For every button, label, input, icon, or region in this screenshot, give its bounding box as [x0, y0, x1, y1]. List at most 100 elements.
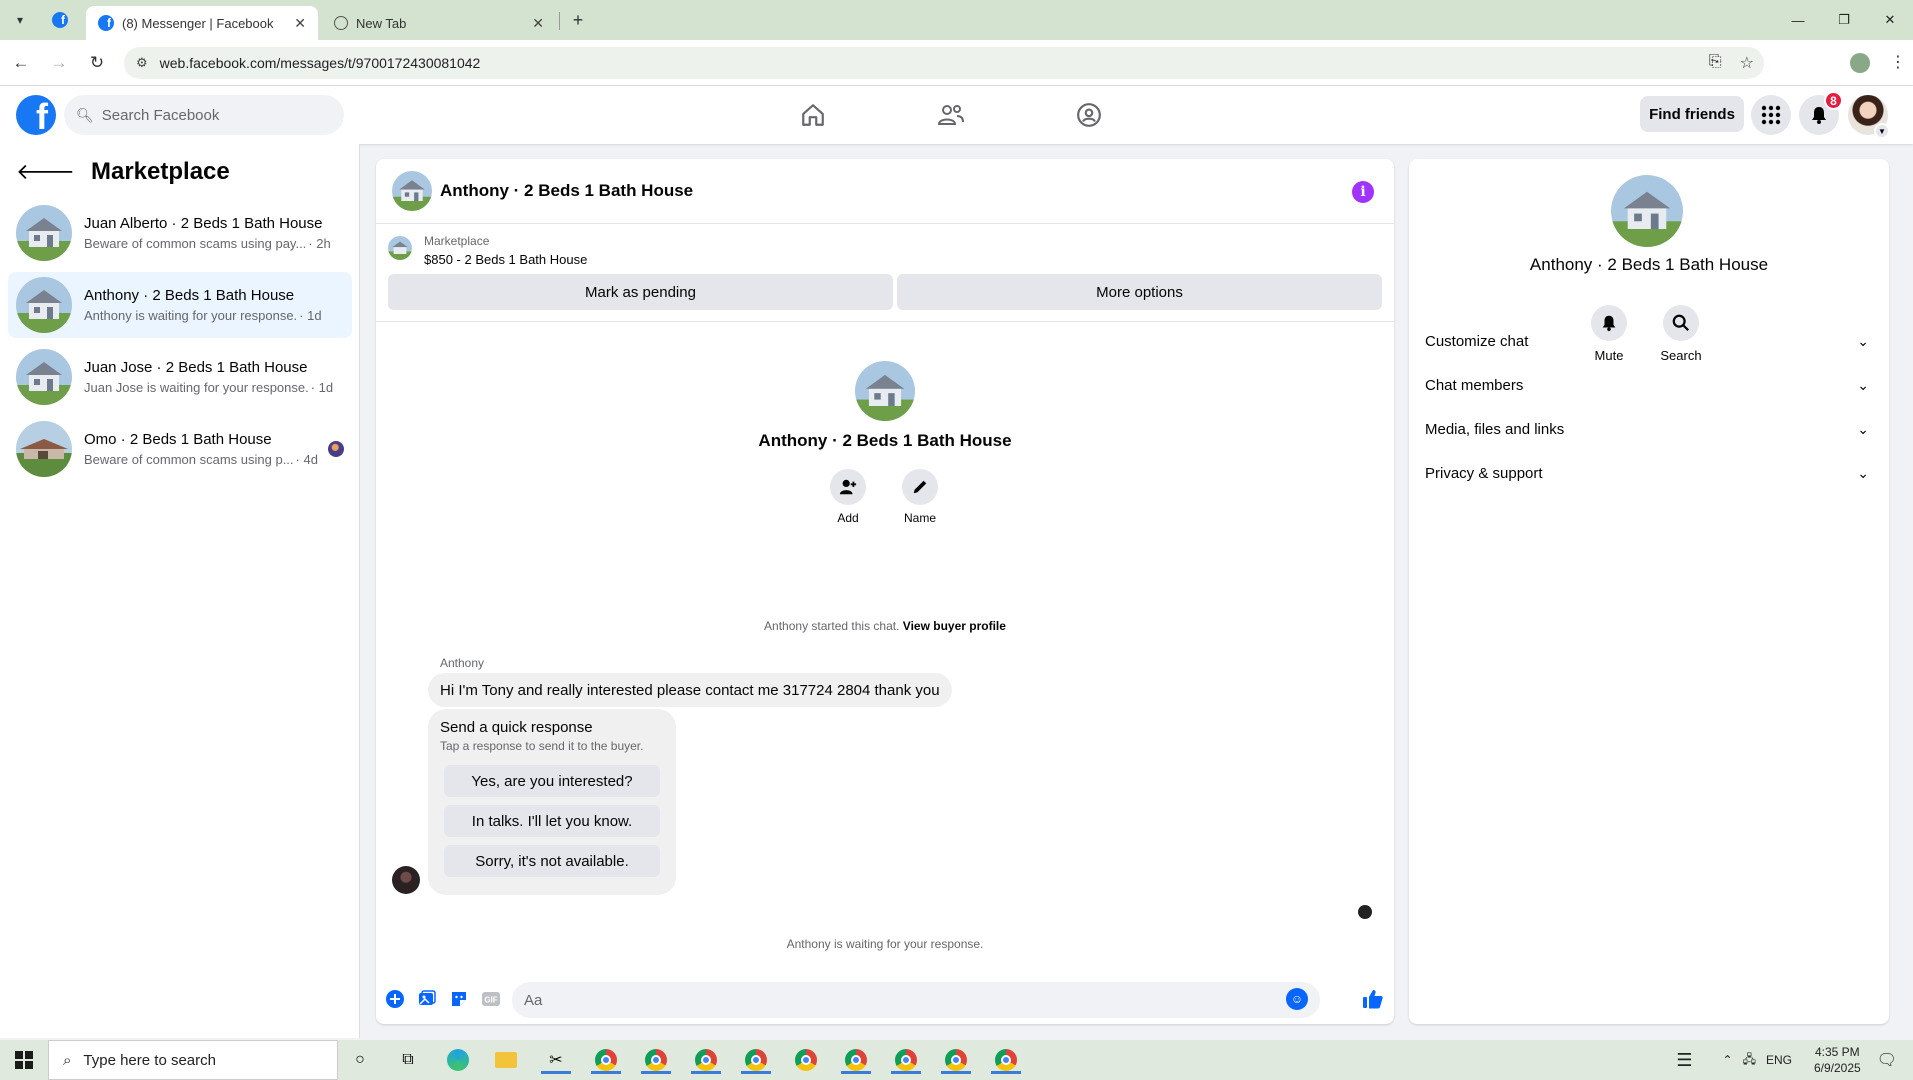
- sidebar-header: 🡐 Marketplace: [16, 158, 230, 186]
- chrome-icon[interactable]: [891, 1046, 921, 1074]
- chat-members-section[interactable]: Chat members ⌄: [1425, 363, 1873, 407]
- new-tab-globe-icon: [334, 16, 348, 30]
- weather-icon[interactable]: ☰: [1676, 1050, 1692, 1071]
- tab-close-icon[interactable]: ✕: [532, 15, 544, 32]
- pinned-tab-facebook[interactable]: f: [44, 8, 76, 32]
- gif-icon[interactable]: GIF: [480, 988, 502, 1010]
- add-people-button[interactable]: Add: [818, 469, 878, 525]
- nav-home[interactable]: [757, 86, 869, 144]
- new-tab-plus-icon[interactable]: +: [566, 8, 590, 32]
- install-app-icon[interactable]: ⎘: [1709, 53, 1722, 73]
- back-arrow-icon[interactable]: 🡐: [16, 159, 75, 185]
- quick-response-button[interactable]: Yes, are you interested?: [444, 765, 660, 797]
- chrome-icon[interactable]: [641, 1046, 671, 1074]
- tab-messenger[interactable]: f (8) Messenger | Facebook ✕: [86, 6, 318, 40]
- listing-price[interactable]: $850 - 2 Beds 1 Bath House: [424, 252, 587, 267]
- chrome-icon[interactable]: [941, 1046, 971, 1074]
- sender-avatar[interactable]: [392, 866, 420, 894]
- sticker-icon[interactable]: [448, 988, 470, 1010]
- info-icon[interactable]: i: [1352, 181, 1374, 203]
- file-explorer-icon[interactable]: [492, 1046, 520, 1074]
- nav-groups[interactable]: [1033, 86, 1145, 144]
- conversation-name: Anthony · 2 Beds 1 Bath House: [84, 287, 295, 304]
- plus-circle-icon[interactable]: [384, 988, 406, 1010]
- section-label: Privacy & support: [1425, 464, 1543, 482]
- show-hidden-icons-chevron-up-icon[interactable]: ⌃: [1723, 1053, 1733, 1067]
- browser-profile-icon[interactable]: [1850, 53, 1870, 73]
- cortana-circle-icon[interactable]: ○: [346, 1046, 374, 1074]
- mark-as-pending-button[interactable]: Mark as pending: [388, 274, 893, 310]
- search-icon: ⌕: [63, 1051, 72, 1069]
- chat-title[interactable]: Anthony · 2 Beds 1 Bath House: [440, 181, 693, 201]
- emoji-icon[interactable]: ☺: [1286, 988, 1308, 1010]
- restore-icon[interactable]: ❐: [1821, 0, 1867, 40]
- photo-icon[interactable]: [416, 988, 438, 1010]
- tab-search-chevron-icon[interactable]: ▾: [8, 8, 32, 32]
- view-buyer-profile-link[interactable]: View buyer profile: [903, 619, 1006, 633]
- conversation-item[interactable]: Juan Alberto · 2 Beds 1 Bath House Bewar…: [8, 200, 352, 266]
- quick-response-subtitle: Tap a response to send it to the buyer.: [440, 739, 644, 753]
- menu-button[interactable]: [1751, 95, 1791, 135]
- tab-new-tab[interactable]: New Tab ✕: [322, 6, 556, 40]
- chrome-icon[interactable]: [792, 1046, 820, 1074]
- clock-time: 4:35 PM: [1814, 1045, 1860, 1059]
- site-info-icon[interactable]: ⚙: [136, 55, 148, 71]
- privacy-support-section[interactable]: Privacy & support ⌄: [1425, 451, 1873, 495]
- conversation-name: Juan Jose · 2 Beds 1 Bath House: [84, 359, 308, 376]
- quick-response-button[interactable]: Sorry, it's not available.: [444, 845, 660, 877]
- window-close-icon[interactable]: ✕: [1867, 0, 1913, 40]
- edge-browser-icon[interactable]: [444, 1046, 472, 1074]
- browser-toolbar: ← → ↻ ⚙ web.facebook.com/messages/t/9700…: [0, 40, 1913, 86]
- forward-arrow-icon[interactable]: →: [42, 46, 76, 80]
- chrome-icon[interactable]: [991, 1046, 1021, 1074]
- address-bar[interactable]: ⚙ web.facebook.com/messages/t/9700172430…: [124, 47, 1764, 79]
- quick-response-button[interactable]: In talks. I'll let you know.: [444, 805, 660, 837]
- facebook-logo-icon[interactable]: f: [16, 95, 56, 135]
- conversation-snippet: Anthony is waiting for your response.: [84, 308, 298, 323]
- house-thumbnail[interactable]: [392, 171, 432, 211]
- taskbar-clock[interactable]: 4:35 PM 6/9/2025: [1814, 1044, 1861, 1076]
- tab-close-icon[interactable]: ✕: [294, 15, 306, 32]
- notification-center-icon[interactable]: 🗨︎: [1877, 1050, 1897, 1070]
- reload-icon[interactable]: ↻: [80, 46, 114, 80]
- conversation-time: · 4d: [295, 452, 318, 467]
- name-label: Name: [903, 511, 936, 525]
- message-input[interactable]: [512, 982, 1320, 1018]
- message-sender: Anthony: [440, 656, 485, 670]
- chat-panel: Anthony · 2 Beds 1 Bath House i Marketpl…: [376, 159, 1394, 1024]
- conversation-name: Omo · 2 Beds 1 Bath House: [84, 431, 272, 448]
- message-composer: GIF ☺: [376, 974, 1394, 1024]
- groups-icon: [1077, 103, 1101, 127]
- windows-start-icon[interactable]: [0, 1040, 48, 1080]
- chevron-down-icon[interactable]: ▼: [1874, 123, 1890, 139]
- edit-name-button[interactable]: Name: [890, 469, 950, 525]
- bookmark-star-icon[interactable]: ☆: [1740, 53, 1754, 73]
- sidebar-title: Marketplace: [91, 158, 230, 185]
- minimize-icon[interactable]: —: [1775, 0, 1821, 40]
- more-options-button[interactable]: More options: [897, 274, 1382, 310]
- chrome-icon[interactable]: [691, 1046, 721, 1074]
- taskbar-search-box[interactable]: ⌕ Type here to search: [48, 1040, 338, 1080]
- conversation-item[interactable]: Juan Jose · 2 Beds 1 Bath House Juan Jos…: [8, 344, 352, 410]
- facebook-header: f 🔍︎ Search Facebook Find friends 8 ▼: [0, 86, 1913, 144]
- task-view-icon[interactable]: ⧉: [394, 1046, 422, 1074]
- conversation-item[interactable]: Omo · 2 Beds 1 Bath House Beware of comm…: [8, 416, 352, 482]
- media-files-links-section[interactable]: Media, files and links ⌄: [1425, 407, 1873, 451]
- back-arrow-icon[interactable]: ←: [4, 46, 38, 80]
- thumbs-up-icon[interactable]: [1360, 986, 1386, 1012]
- message-bubble[interactable]: Hi I'm Tony and really interested please…: [428, 673, 952, 707]
- chrome-icon[interactable]: [741, 1046, 771, 1074]
- language-indicator[interactable]: ENG: [1766, 1053, 1792, 1067]
- read-receipt-avatar: [328, 441, 344, 457]
- system-tray: ☰ ⌃ 🖧︎ ENG 4:35 PM 6/9/2025 🗨︎: [1676, 1040, 1913, 1080]
- chrome-icon[interactable]: [591, 1046, 621, 1074]
- chrome-icon[interactable]: [841, 1046, 871, 1074]
- find-friends-button[interactable]: Find friends: [1640, 96, 1744, 132]
- snipping-tool-icon[interactable]: ✂: [541, 1046, 571, 1074]
- customize-chat-section[interactable]: Customize chat ⌄: [1425, 319, 1873, 363]
- conversation-item-active[interactable]: Anthony · 2 Beds 1 Bath House Anthony is…: [8, 272, 352, 338]
- browser-menu-kebab-icon[interactable]: ⋮: [1890, 52, 1906, 72]
- nav-friends[interactable]: [895, 86, 1007, 144]
- facebook-search-input[interactable]: 🔍︎ Search Facebook: [64, 95, 344, 135]
- network-icon[interactable]: 🖧︎: [1743, 1050, 1756, 1071]
